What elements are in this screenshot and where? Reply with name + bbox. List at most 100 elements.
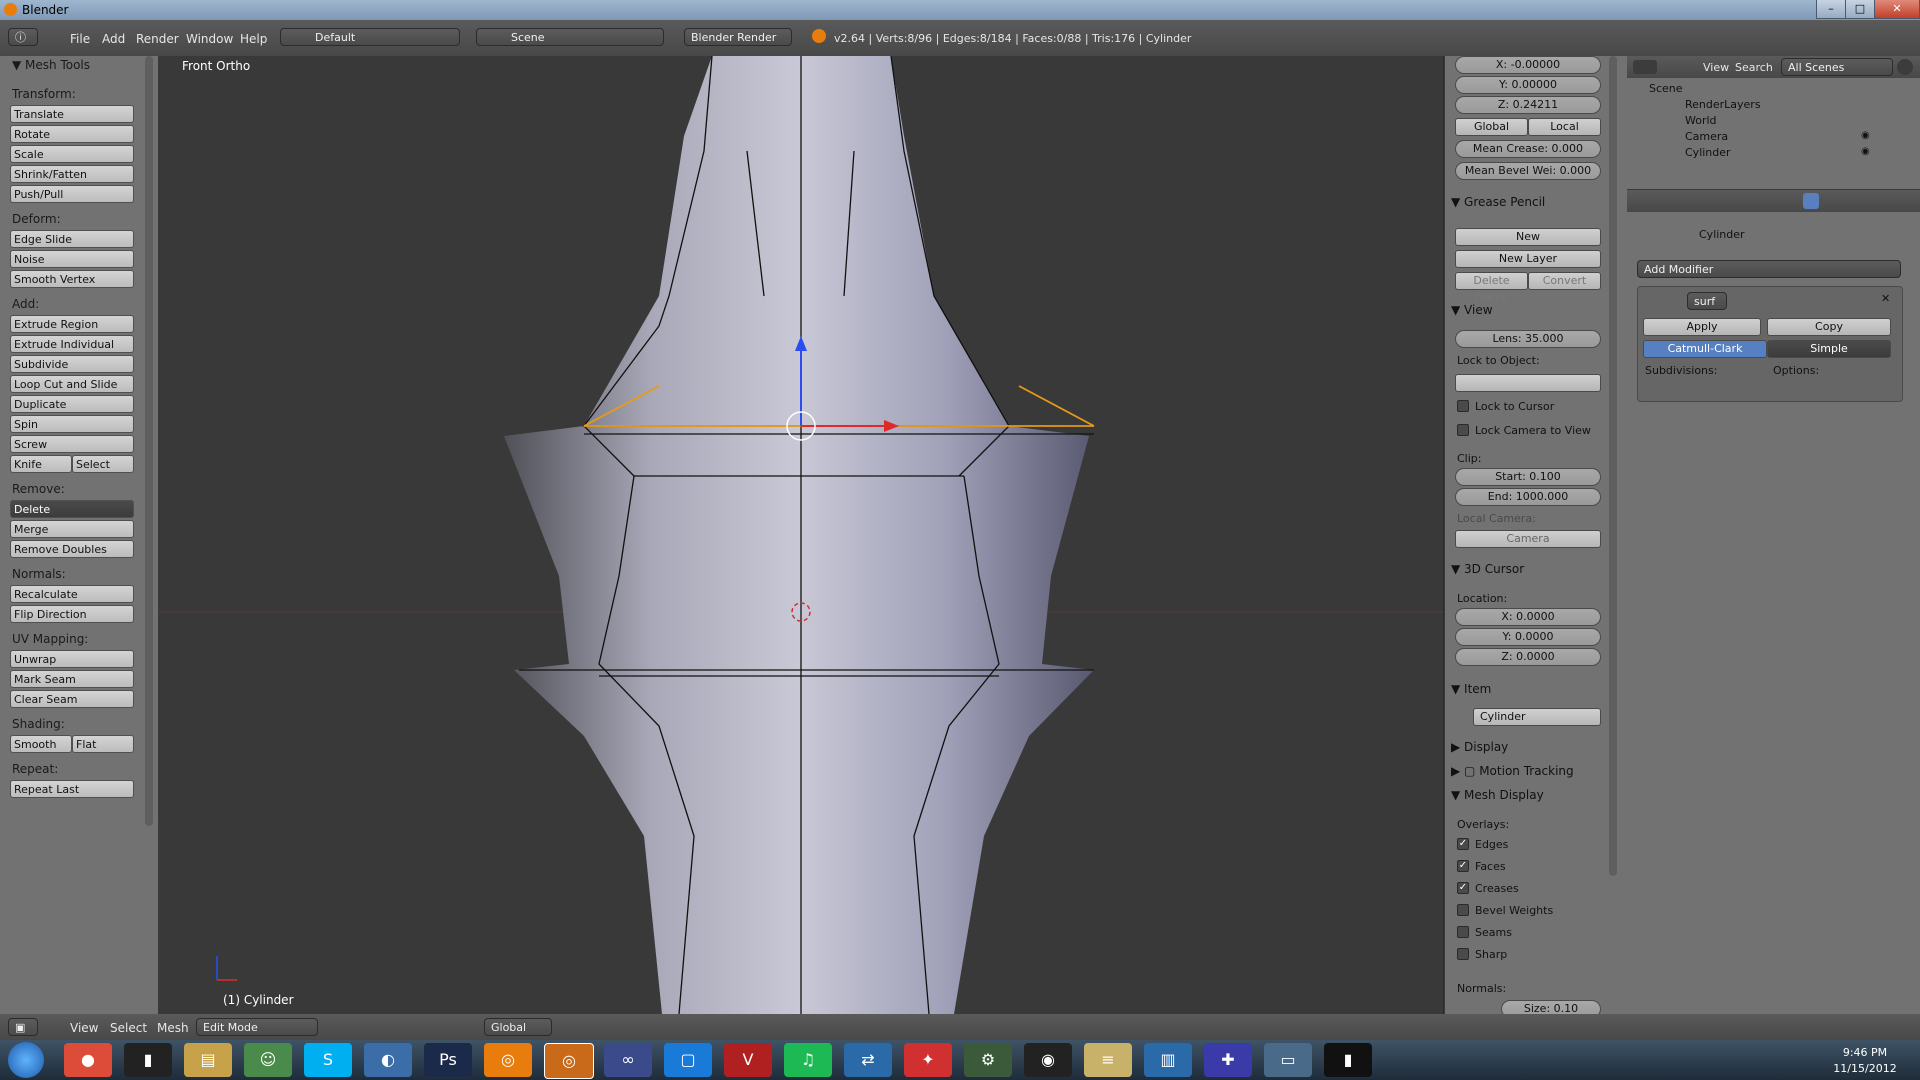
smooth-vertex-button[interactable]: Smooth Vertex (10, 270, 134, 288)
grease-pencil-header[interactable]: ▼ Grease Pencil (1451, 195, 1545, 209)
knife-select-button[interactable]: Select (72, 455, 134, 473)
game-icon[interactable]: ✚ (1204, 1043, 1252, 1077)
edges-checkbox[interactable]: ✓ (1457, 838, 1469, 850)
flip-direction-button[interactable]: Flip Direction (10, 605, 134, 623)
copy-modifier-button[interactable]: Copy (1767, 318, 1891, 336)
delete-select[interactable]: Delete (10, 500, 134, 518)
extrude-individual-button[interactable]: Extrude Individual (10, 335, 134, 353)
modifier-tab-wrench-icon[interactable] (1803, 193, 1819, 209)
clock-time[interactable]: 9:46 PM (1820, 1046, 1910, 1059)
window-icon[interactable]: ▥ (1144, 1043, 1192, 1077)
vnc-icon[interactable]: V (724, 1043, 772, 1077)
3d-cursor-header[interactable]: ▼ 3D Cursor (1451, 562, 1524, 576)
bevel-weights-checkbox[interactable] (1457, 904, 1469, 916)
terminal-icon[interactable]: ▮ (124, 1043, 172, 1077)
outliner-cylinder[interactable]: Cylinder (1685, 146, 1731, 159)
mean-crease-field[interactable]: Mean Crease: 0.000 (1455, 140, 1601, 158)
search-icon[interactable] (1897, 59, 1913, 75)
delete-frame-button[interactable]: Delete Frame (1455, 272, 1528, 303)
median-y-field[interactable]: Y: 0.00000 (1455, 76, 1601, 94)
smooth-button[interactable]: Smooth (10, 735, 72, 753)
outliner-scenes-select[interactable]: All Scenes (1781, 58, 1893, 76)
duplicate-button[interactable]: Duplicate (10, 395, 134, 413)
blender-icon[interactable]: ◎ (484, 1043, 532, 1077)
network-icon[interactable]: ⇄ (844, 1043, 892, 1077)
eye-icon[interactable]: ◉ (1861, 146, 1870, 157)
new-grease-button[interactable]: New (1455, 228, 1601, 246)
clip-start-field[interactable]: Start: 0.100 (1455, 468, 1601, 486)
translate-button[interactable]: Translate (10, 105, 134, 123)
outliner-renderlayers[interactable]: RenderLayers (1685, 98, 1761, 111)
mark-seam-button[interactable]: Mark Seam (10, 670, 134, 688)
noise-button[interactable]: Noise (10, 250, 134, 268)
median-x-field[interactable]: X: -0.00000 (1455, 56, 1601, 74)
app-red-icon[interactable]: ✦ (904, 1043, 952, 1077)
simple-toggle[interactable]: Simple (1767, 340, 1891, 358)
close-button[interactable]: ✕ (1874, 0, 1920, 19)
lock-cursor-checkbox[interactable] (1457, 400, 1469, 412)
menu-select[interactable]: Select (110, 1021, 147, 1035)
scale-button[interactable]: Scale (10, 145, 134, 163)
blender-active-icon[interactable]: ◎ (544, 1043, 594, 1079)
menu-help[interactable]: Help (240, 32, 267, 46)
maximize-button[interactable]: □ (1845, 0, 1875, 19)
explorer-icon[interactable]: ▤ (184, 1043, 232, 1077)
eye-icon[interactable]: ◉ (1861, 130, 1870, 141)
editor-type-icon[interactable]: ⓘ (8, 28, 38, 46)
editor-type-icon[interactable]: ▣ (8, 1018, 38, 1036)
global-toggle[interactable]: Global (1455, 118, 1528, 136)
outliner-world[interactable]: World (1685, 114, 1717, 127)
extrude-region-button[interactable]: Extrude Region (10, 315, 134, 333)
median-z-field[interactable]: Z: 0.24211 (1455, 96, 1601, 114)
display-header[interactable]: ▶ Display (1451, 740, 1508, 754)
repeat-last-button[interactable]: Repeat Last (10, 780, 134, 798)
render-engine-select[interactable]: Blender Render (684, 28, 792, 46)
knife-button[interactable]: Knife (10, 455, 72, 473)
scene-select[interactable]: Scene (476, 28, 664, 46)
item-name-field[interactable]: Cylinder (1473, 708, 1601, 726)
skype-icon[interactable]: S (304, 1043, 352, 1077)
creases-checkbox[interactable]: ✓ (1457, 882, 1469, 894)
screw-button[interactable]: Screw (10, 435, 134, 453)
clock-date[interactable]: 11/15/2012 (1820, 1062, 1910, 1075)
catmull-clark-toggle[interactable]: Catmull-Clark (1643, 340, 1767, 358)
toolshelf-scrollbar[interactable] (145, 56, 153, 826)
remote-icon[interactable]: ▭ (1264, 1043, 1312, 1077)
loop-cut-button[interactable]: Loop Cut and Slide (10, 375, 134, 393)
menu-file[interactable]: File (70, 32, 90, 46)
convert-button[interactable]: Convert (1528, 272, 1601, 290)
orientation-select[interactable]: Global (484, 1018, 552, 1036)
people-icon[interactable]: ☺ (244, 1043, 292, 1077)
clear-seam-button[interactable]: Clear Seam (10, 690, 134, 708)
mean-bevel-field[interactable]: Mean Bevel Wei: 0.000 (1455, 162, 1601, 180)
lens-field[interactable]: Lens: 35.000 (1455, 330, 1601, 348)
sharp-checkbox[interactable] (1457, 948, 1469, 960)
3d-viewport[interactable]: Front Ortho (1) Cylinder (159, 56, 1443, 1014)
cursor-z-field[interactable]: Z: 0.0000 (1455, 648, 1601, 666)
rotate-button[interactable]: Rotate (10, 125, 134, 143)
flat-button[interactable]: Flat (72, 735, 134, 753)
layout-select[interactable]: Default (280, 28, 460, 46)
lock-camera-checkbox[interactable] (1457, 424, 1469, 436)
steam-icon[interactable]: ⚙ (964, 1043, 1012, 1077)
photoshop-icon[interactable]: Ps (424, 1043, 472, 1077)
mesh-display-header[interactable]: ▼ Mesh Display (1451, 788, 1544, 802)
item-header[interactable]: ▼ Item (1451, 682, 1491, 696)
modifier-name-field[interactable]: surf (1687, 292, 1727, 310)
messenger-icon[interactable]: ◐ (364, 1043, 412, 1077)
motion-tracking-header[interactable]: ▶ ▢ Motion Tracking (1451, 764, 1574, 778)
edge-slide-button[interactable]: Edge Slide (10, 230, 134, 248)
app-icon[interactable]: ▢ (664, 1043, 712, 1077)
cursor-x-field[interactable]: X: 0.0000 (1455, 608, 1601, 626)
menu-view[interactable]: View (70, 1021, 98, 1035)
view-header[interactable]: ▼ View (1451, 303, 1493, 317)
lock-object-field[interactable] (1455, 374, 1601, 392)
chrome-icon[interactable]: ● (64, 1043, 112, 1077)
remove-modifier-close-icon[interactable]: ✕ (1881, 292, 1890, 305)
mode-select[interactable]: Edit Mode (196, 1018, 318, 1036)
npanel-scrollbar[interactable] (1609, 56, 1617, 876)
console-icon[interactable]: ▮ (1324, 1043, 1372, 1077)
menu-render[interactable]: Render (136, 32, 179, 46)
unwrap-button[interactable]: Unwrap (10, 650, 134, 668)
seams-checkbox[interactable] (1457, 926, 1469, 938)
